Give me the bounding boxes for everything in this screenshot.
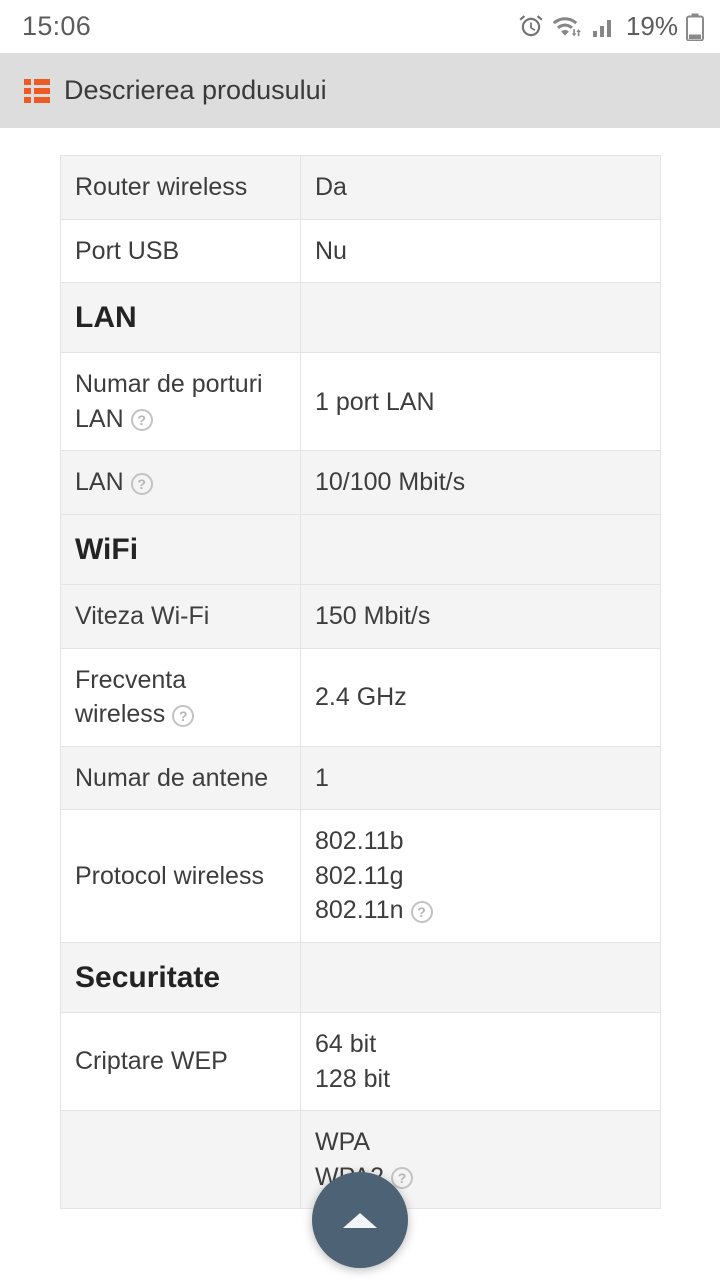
wifi-icon xyxy=(552,14,582,40)
spec-value-cell: 10/100 Mbit/s xyxy=(300,450,661,515)
spec-key-cell: Criptare WEP xyxy=(60,1012,301,1112)
status-bar-clock: 15:06 xyxy=(22,11,92,41)
spec-section-title: LAN xyxy=(75,301,137,334)
spec-table-body: Router wireless Da Port USB Nu LAN Numar de p… xyxy=(60,155,661,1210)
spec-section-row: LAN xyxy=(60,281,661,354)
spec-table-row: Numar de antene 1 xyxy=(60,745,661,811)
spec-section-title: Securitate xyxy=(75,960,221,994)
section-header-bar: Descrierea produsului xyxy=(0,53,720,128)
spec-section-row: WiFi xyxy=(60,513,661,586)
spec-section-title-cell: Securitate xyxy=(60,941,301,1014)
spec-key-cell: Protocol wireless xyxy=(60,809,301,943)
spec-value-line: 2.4 GHz xyxy=(315,683,407,712)
spec-value-cell: 2.4 GHz xyxy=(300,647,661,747)
spec-value-cell: 64 bit 128 bit xyxy=(300,1012,661,1112)
battery-percent-label: 19% xyxy=(625,11,678,41)
spec-section-title: WiFi xyxy=(75,532,139,566)
spec-table-row: Protocol wireless 802.11b 802.11g 802.11n? xyxy=(60,809,661,943)
spec-key-cell: Port USB xyxy=(60,218,301,283)
spec-value-cell: 1 port LAN xyxy=(300,352,661,452)
spec-value-cell: 1 xyxy=(300,745,661,811)
spec-value-line: Nu xyxy=(315,236,347,265)
spec-key-label: Criptare WEP xyxy=(75,1047,228,1076)
spec-value-line: 802.11g xyxy=(315,861,404,890)
signal-icon xyxy=(590,14,616,40)
spec-key-cell: Viteza Wi-Fi xyxy=(60,584,301,649)
spec-key-label: Numar de antene xyxy=(75,763,269,792)
spec-value-cell xyxy=(300,941,661,1014)
spec-key-cell: Numar de antene xyxy=(60,745,301,811)
spec-value-cell: Da xyxy=(300,155,661,220)
spec-section-row: Securitate xyxy=(60,941,661,1014)
spec-value-cell: Nu xyxy=(300,218,661,283)
spec-value-line: WPA xyxy=(315,1128,371,1157)
spec-value-line: Da xyxy=(315,173,347,201)
spec-value-line: 802.11n? xyxy=(315,893,650,928)
spec-key-cell: LAN? xyxy=(60,450,301,515)
phone-screen: 15:06 19% Descrierea produsului Router w… xyxy=(0,0,720,1280)
spec-table-row: Port USB Nu xyxy=(60,218,661,283)
battery-icon xyxy=(686,13,704,41)
spec-key-cell: Numar de porturi LAN? xyxy=(60,352,301,452)
spec-key-label: LAN xyxy=(75,468,124,497)
spec-table-row: Frecventa wireless? 2.4 GHz xyxy=(60,647,661,747)
spec-value-line: 128 bit xyxy=(315,1064,391,1093)
help-icon[interactable]: ? xyxy=(410,900,433,923)
alarm-icon xyxy=(518,14,544,40)
spec-value-cell xyxy=(300,513,661,586)
spec-key-label: Router wireless xyxy=(75,173,248,201)
help-icon[interactable]: ? xyxy=(130,472,153,495)
list-table-icon xyxy=(24,78,50,104)
spec-key-label: Protocol wireless xyxy=(75,861,264,890)
spec-value-line: 1 xyxy=(315,763,329,792)
product-spec-table: Router wireless Da Port USB Nu LAN Numar de p… xyxy=(60,155,661,1210)
spec-key-label: Frecventa wireless xyxy=(75,665,187,729)
spec-table-row: Viteza Wi-Fi 150 Mbit/s xyxy=(60,584,661,649)
help-icon[interactable]: ? xyxy=(130,409,153,432)
spec-section-title-cell: LAN xyxy=(60,281,301,354)
arrow-up-icon xyxy=(343,1212,377,1228)
spec-value-cell: 150 Mbit/s xyxy=(300,584,661,649)
spec-value-cell: 802.11b 802.11g 802.11n? xyxy=(300,809,661,943)
spec-key-cell: Router wireless xyxy=(60,155,301,220)
product-spec-table-container: Router wireless Da Port USB Nu LAN Numar de p… xyxy=(60,155,661,1210)
spec-key-label: Port USB xyxy=(75,236,180,265)
spec-key-cell xyxy=(60,1110,301,1210)
spec-table-row: Router wireless Da xyxy=(60,155,661,220)
spec-value-line: 64 bit xyxy=(315,1030,377,1059)
spec-value-line: 150 Mbit/s xyxy=(315,602,431,631)
scroll-to-top-button[interactable] xyxy=(312,1172,408,1268)
spec-value-line: 802.11b xyxy=(315,827,404,856)
spec-key-cell: Frecventa wireless? xyxy=(60,647,301,747)
spec-table-row: LAN? 10/100 Mbit/s xyxy=(60,450,661,515)
spec-table-row: Numar de porturi LAN? 1 port LAN xyxy=(60,352,661,452)
spec-key-label: Numar de porturi LAN xyxy=(75,370,263,433)
spec-key-label: Viteza Wi-Fi xyxy=(75,602,210,631)
spec-table-row: Criptare WEP 64 bit 128 bit xyxy=(60,1012,661,1112)
spec-section-title-cell: WiFi xyxy=(60,513,301,586)
help-icon[interactable]: ? xyxy=(172,704,195,727)
status-bar: 15:06 19% xyxy=(0,0,720,53)
spec-value-cell xyxy=(300,281,661,354)
spec-value-line: 1 port LAN xyxy=(315,387,435,416)
spec-value-line: 10/100 Mbit/s xyxy=(315,468,466,497)
page-title: Descrierea produsului xyxy=(64,75,327,105)
status-bar-icons: 19% xyxy=(518,11,704,42)
